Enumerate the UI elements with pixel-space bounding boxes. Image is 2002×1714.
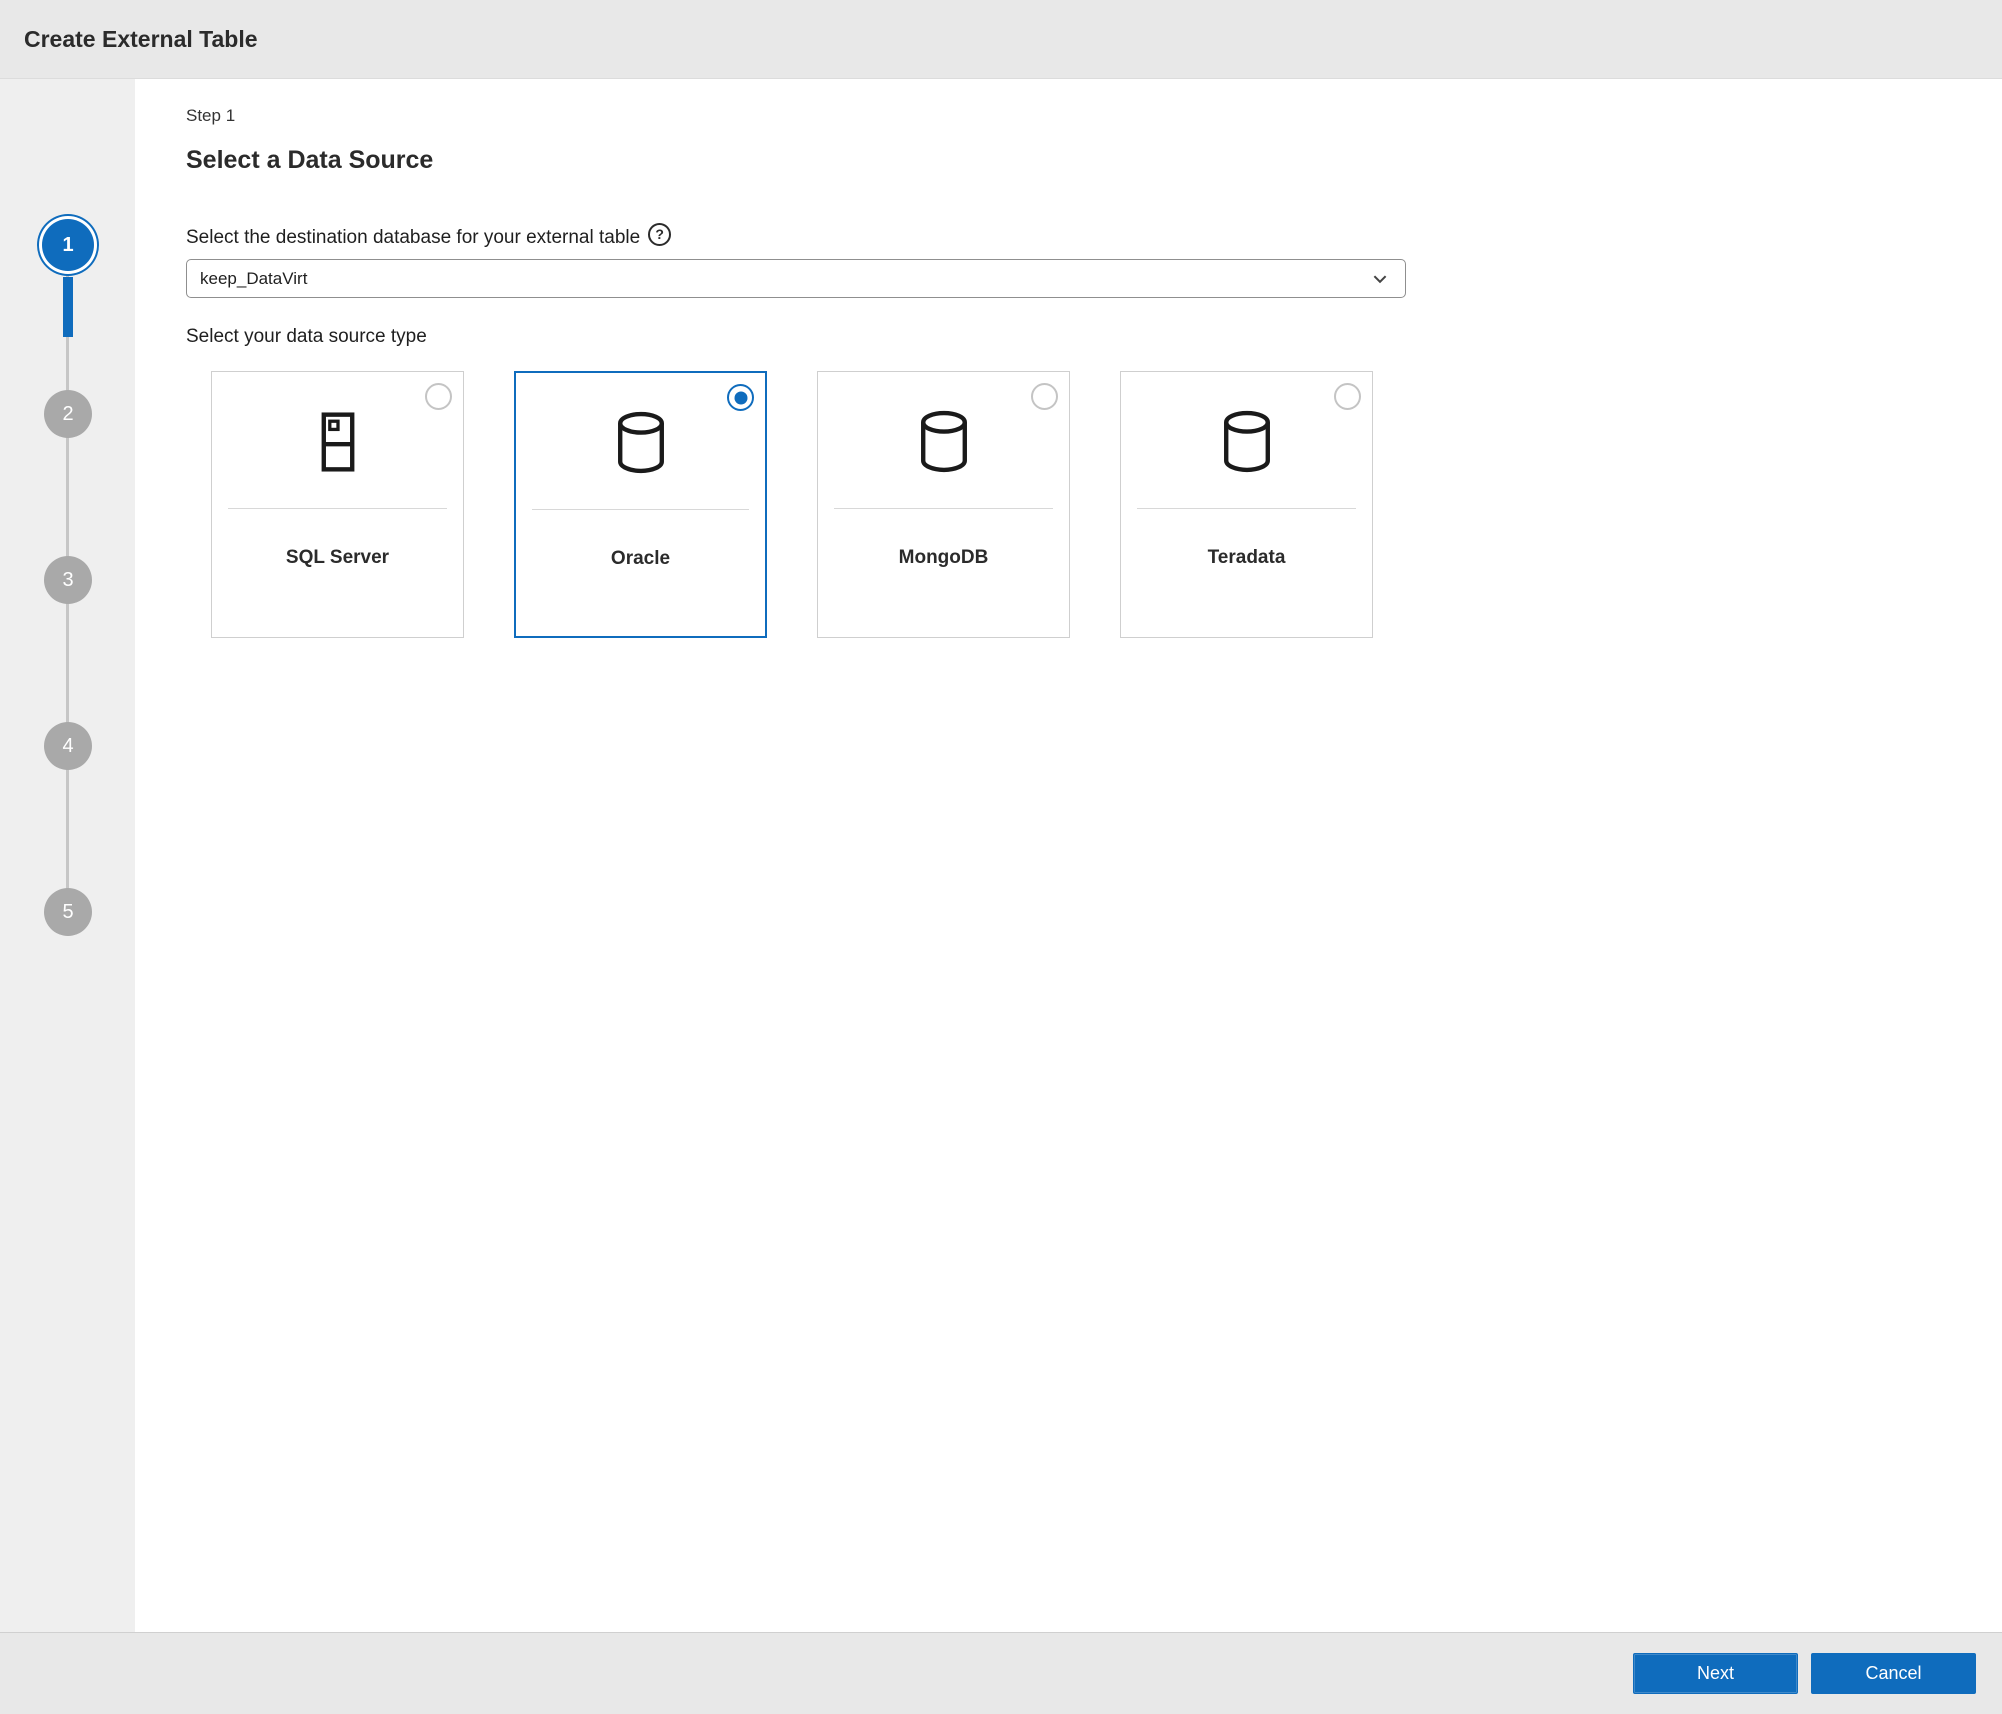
card-divider: [1137, 508, 1356, 509]
wizard-step-1[interactable]: 1: [42, 219, 94, 271]
source-name: MongoDB: [818, 547, 1069, 569]
database-icon: [603, 405, 679, 481]
radio-button[interactable]: [727, 384, 754, 411]
source-card-sql-server[interactable]: SQL Server: [211, 371, 464, 638]
card-divider: [228, 508, 447, 509]
source-card-mongodb[interactable]: MongoDB: [817, 371, 1070, 638]
step-number: 4: [62, 735, 73, 758]
sql-server-icon: [300, 404, 376, 480]
wizard-step-3[interactable]: 3: [44, 556, 92, 604]
wizard-step-sidebar: 1 2 3 4 5: [0, 79, 135, 1632]
database-select-label: Select the destination database for your…: [186, 227, 640, 249]
source-type-label: Select your data source type: [186, 326, 2002, 348]
wizard-step-5[interactable]: 5: [44, 888, 92, 936]
radio-button[interactable]: [1031, 383, 1058, 410]
wizard-step-4[interactable]: 4: [44, 722, 92, 770]
database-icon: [906, 404, 982, 480]
step-number: 2: [62, 403, 73, 426]
step-number: 5: [62, 901, 73, 924]
dialog-titlebar: Create External Table: [0, 0, 2002, 79]
dialog-footer: Next Cancel: [0, 1632, 2002, 1714]
help-icon[interactable]: ?: [648, 223, 671, 246]
source-name: Oracle: [516, 548, 765, 570]
card-divider: [532, 509, 749, 510]
step-number: 3: [62, 569, 73, 592]
card-divider: [834, 508, 1053, 509]
radio-button[interactable]: [1334, 383, 1361, 410]
source-type-cards: SQL Server Oracle: [211, 371, 2002, 638]
source-card-oracle[interactable]: Oracle: [514, 371, 767, 638]
dialog-body: 1 2 3 4 5 Step 1 Select a Data Source Se…: [0, 79, 2002, 1632]
chevron-down-icon: [1371, 270, 1389, 288]
source-name: SQL Server: [212, 547, 463, 569]
source-name: Teradata: [1121, 547, 1372, 569]
destination-database-dropdown[interactable]: keep_DataVirt: [186, 259, 1406, 298]
page-title: Select a Data Source: [186, 146, 2002, 175]
database-icon: [1209, 404, 1285, 480]
step-number: 1: [62, 234, 73, 257]
dropdown-selected-value: keep_DataVirt: [200, 269, 1371, 289]
wizard-page-content: Step 1 Select a Data Source Select the d…: [135, 79, 2002, 1632]
dialog-title: Create External Table: [24, 26, 258, 53]
cancel-button[interactable]: Cancel: [1811, 1653, 1976, 1694]
wizard-step-2[interactable]: 2: [44, 390, 92, 438]
radio-button[interactable]: [425, 383, 452, 410]
step-label: Step 1: [186, 106, 2002, 126]
source-card-teradata[interactable]: Teradata: [1120, 371, 1373, 638]
step-progress-bar: [63, 277, 73, 337]
next-button[interactable]: Next: [1633, 1653, 1798, 1694]
database-label-row: Select the destination database for your…: [186, 227, 2002, 249]
